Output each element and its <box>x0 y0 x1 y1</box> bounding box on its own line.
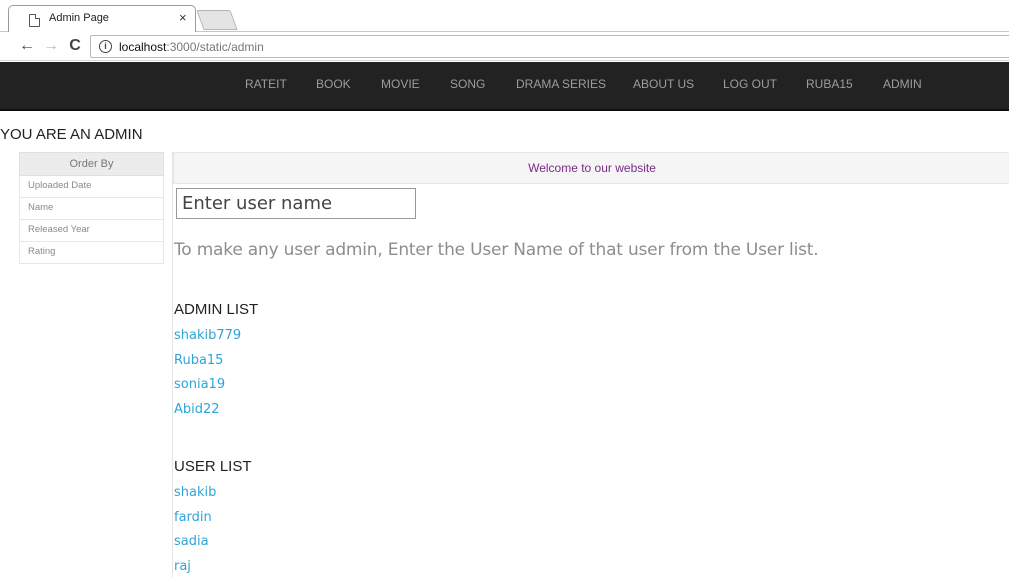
nav-song[interactable]: SONG <box>450 77 485 91</box>
nav-log-out[interactable]: LOG OUT <box>723 77 777 91</box>
nav-rateit[interactable]: RATEIT <box>245 77 287 91</box>
user-list-item[interactable]: raj <box>174 559 216 583</box>
admin-list-item[interactable]: Abid22 <box>174 402 241 427</box>
welcome-banner: Welcome to our website <box>173 152 1009 184</box>
user-list-title: USER LIST <box>174 458 252 475</box>
admin-list-item[interactable]: Ruba15 <box>174 353 241 378</box>
user-name-input[interactable] <box>176 188 416 219</box>
url-text: localhost:3000/static/admin <box>119 40 264 54</box>
tab-close-icon[interactable]: × <box>179 11 187 25</box>
nav-book[interactable]: BOOK <box>316 77 351 91</box>
admin-list-item[interactable]: shakib779 <box>174 328 241 353</box>
forward-arrow-icon[interactable]: → <box>42 37 60 55</box>
nav-movie[interactable]: MOVIE <box>381 77 420 91</box>
back-arrow-icon[interactable]: ← <box>18 37 36 55</box>
url-host: localhost <box>119 40 166 54</box>
nav-about-us[interactable]: ABOUT US <box>633 77 694 91</box>
user-list: shakib fardin sadia raj <box>174 485 216 583</box>
info-icon[interactable]: i <box>99 40 112 53</box>
document-icon <box>29 14 40 27</box>
admin-list-title: ADMIN LIST <box>174 301 258 318</box>
order-by-title: Order By <box>19 152 164 176</box>
order-by-uploaded-date[interactable]: Uploaded Date <box>19 176 164 198</box>
address-bar[interactable]: i localhost:3000/static/admin <box>90 35 1009 58</box>
browser-tab[interactable]: Admin Page × <box>8 5 196 32</box>
admin-list: shakib779 Ruba15 sonia19 Abid22 <box>174 328 241 426</box>
browser-tabstrip: Admin Page × <box>0 0 1009 32</box>
reload-icon[interactable]: C <box>66 37 84 55</box>
new-tab-button[interactable] <box>196 10 237 30</box>
url-path: :3000/static/admin <box>166 40 263 54</box>
user-list-item[interactable]: fardin <box>174 510 216 535</box>
order-by-released-year[interactable]: Released Year <box>19 220 164 242</box>
main-content: Welcome to our website To make any user … <box>172 152 1009 577</box>
order-by-panel: Order By Uploaded Date Name Released Yea… <box>19 152 164 264</box>
order-by-rating[interactable]: Rating <box>19 242 164 264</box>
admin-list-item[interactable]: sonia19 <box>174 377 241 402</box>
site-navbar: RATEIT BOOK MOVIE SONG DRAMA SERIES ABOU… <box>0 62 1009 111</box>
admin-instruction-text: To make any user admin, Enter the User N… <box>174 240 818 260</box>
browser-toolbar: ← → C i localhost:3000/static/admin <box>0 32 1009 61</box>
admin-status-heading: YOU ARE AN ADMIN <box>0 126 143 143</box>
nav-drama-series[interactable]: DRAMA SERIES <box>516 77 606 91</box>
user-list-item[interactable]: sadia <box>174 534 216 559</box>
tab-title: Admin Page <box>49 12 109 24</box>
nav-admin[interactable]: ADMIN <box>883 77 922 91</box>
order-by-name[interactable]: Name <box>19 198 164 220</box>
user-list-item[interactable]: shakib <box>174 485 216 510</box>
nav-user-ruba15[interactable]: RUBA15 <box>806 77 853 91</box>
